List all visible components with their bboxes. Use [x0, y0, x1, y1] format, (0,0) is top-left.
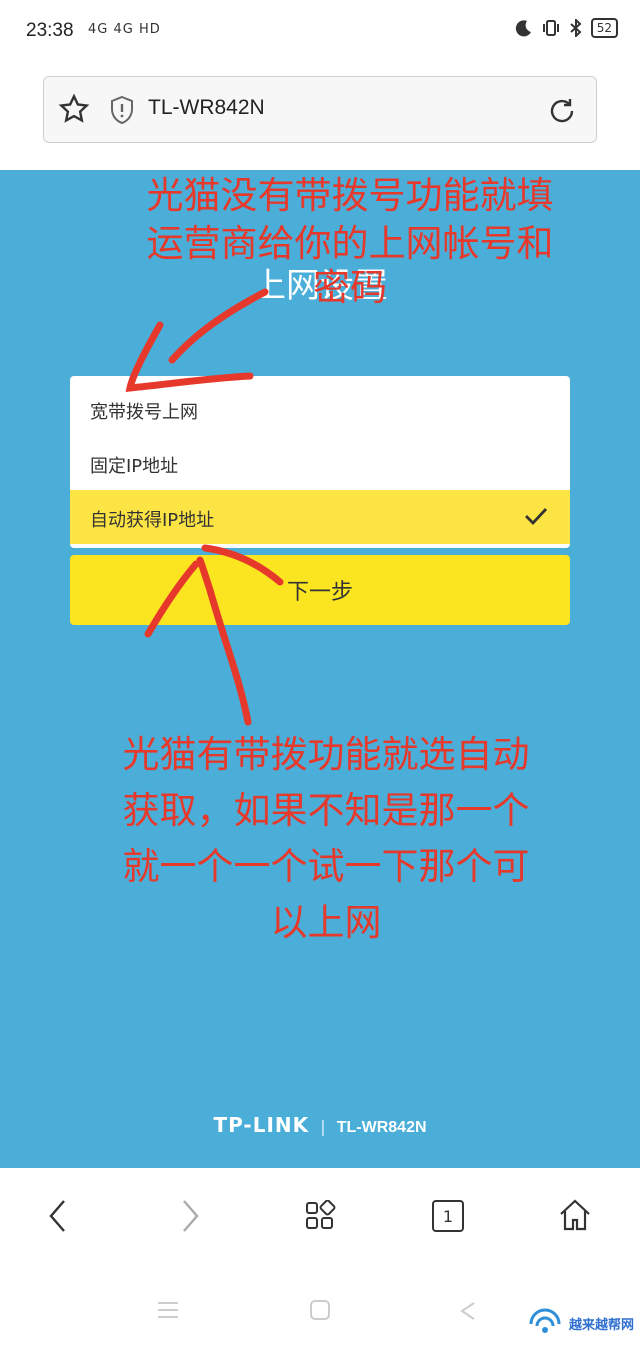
recents-icon[interactable]	[156, 1300, 180, 1320]
forward-icon[interactable]	[178, 1198, 202, 1234]
status-time: 23:38	[26, 20, 74, 41]
option-label: 宽带拨号上网	[90, 402, 198, 423]
next-step-button[interactable]: 下一步	[70, 555, 570, 625]
bluetooth-icon	[570, 19, 582, 37]
watermark-logo-icon	[529, 1308, 561, 1333]
star-icon[interactable]	[58, 93, 90, 125]
option-static-ip[interactable]: 固定IP地址	[70, 436, 570, 490]
battery-indicator: 52	[590, 18, 618, 38]
watermark-text: 越来越帮网	[568, 1317, 634, 1333]
url-text: TL-WR842N	[148, 96, 265, 119]
tp-link-logo: TP-LINK	[213, 1113, 310, 1137]
annotation-bottom: 光猫有带拨功能就选自动 获取，如果不知是那一个 就一个一个试一下那个可 以上网	[56, 727, 596, 951]
reload-icon[interactable]	[546, 95, 578, 127]
signal-icons: 4G 4G HD	[88, 22, 161, 37]
annotation-line: 光猫没有带拨号功能就填	[146, 174, 554, 217]
annotation-top: 光猫没有带拨号功能就填 运营商给你的上网帐号和 密码	[80, 172, 620, 308]
footer-model: TL-WR842N	[336, 1119, 427, 1136]
option-pppoe[interactable]: 宽带拨号上网	[70, 382, 570, 436]
option-label: 固定IP地址	[90, 456, 179, 477]
home-icon[interactable]	[558, 1198, 592, 1232]
status-bar: 23:38 4G 4G HD 52	[0, 0, 640, 64]
moon-icon	[515, 20, 531, 37]
status-right-icons: 52	[515, 18, 618, 38]
annotation-line: 密码	[313, 266, 387, 309]
footer-divider: |	[320, 1117, 326, 1136]
annotation-line: 以上网	[270, 901, 382, 944]
next-step-label: 下一步	[286, 580, 353, 605]
address-bar[interactable]: TL-WR842N	[43, 76, 597, 143]
security-shield-icon[interactable]	[108, 95, 136, 125]
footer: TP-LINK | TL-WR842N	[0, 1113, 640, 1137]
annotation-line: 就一个一个试一下那个可	[122, 845, 530, 888]
back-icon[interactable]	[46, 1198, 70, 1234]
checkmark-icon	[524, 505, 548, 531]
annotation-line: 光猫有带拨功能就选自动	[122, 733, 530, 776]
home-nav-icon[interactable]	[308, 1298, 332, 1322]
annotation-line: 获取，如果不知是那一个	[122, 789, 530, 832]
tabs-button[interactable]: 1	[432, 1200, 464, 1232]
back-nav-icon[interactable]	[458, 1300, 478, 1322]
router-setup-page: 上网设置 宽带拨号上网 固定IP地址 自动获得IP地址 下一步 TP-LINK …	[0, 170, 640, 1168]
browser-nav-bar: 1	[0, 1168, 640, 1268]
annotation-line: 运营商给你的上网帐号和	[146, 222, 554, 265]
vibrate-icon	[542, 20, 559, 36]
option-dhcp[interactable]: 自动获得IP地址	[70, 490, 570, 544]
menu-grid-icon[interactable]	[304, 1200, 336, 1232]
connection-type-list: 宽带拨号上网 固定IP地址 自动获得IP地址	[70, 376, 570, 548]
option-label: 自动获得IP地址	[90, 510, 215, 531]
watermark: 越来越帮网	[525, 1306, 634, 1340]
